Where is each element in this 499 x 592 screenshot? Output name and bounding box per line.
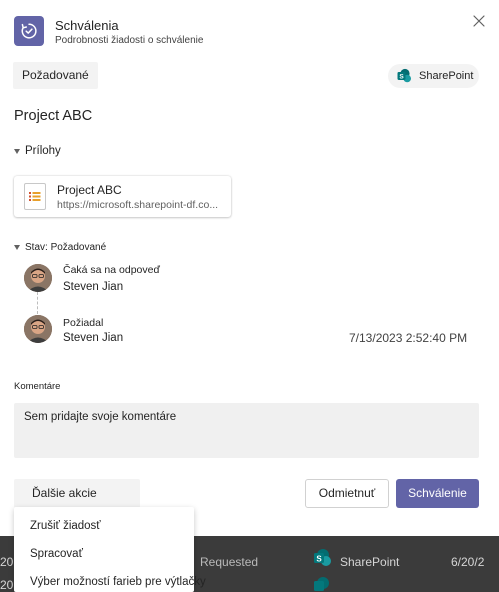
attachment-card[interactable]: Project ABC https://microsoft.sharepoint…: [14, 176, 231, 217]
status-section-label: Stav: Požadované: [25, 242, 107, 253]
attachment-url: https://microsoft.sharepoint-df.co...: [57, 199, 219, 211]
sharepoint-icon: S: [312, 548, 332, 568]
requester-name: Steven Jian: [63, 332, 124, 344]
caret-down-icon: [14, 245, 20, 250]
decline-button[interactable]: Odmietnuť: [305, 479, 389, 508]
approvals-icon: [14, 16, 44, 46]
background-row-status: Requested: [200, 555, 259, 569]
attachments-section-label: Prílohy: [25, 145, 61, 157]
background-row-date: 6/20/2: [451, 555, 485, 569]
comments-label: Komentáre: [14, 381, 61, 392]
background-row-source: SharePoint: [340, 555, 400, 569]
menu-item-process[interactable]: Spracovať: [30, 548, 83, 560]
approver-name: Steven Jian: [63, 281, 124, 293]
close-icon[interactable]: [471, 13, 487, 29]
status-section-toggle[interactable]: Stav: Požadované: [14, 242, 106, 253]
sharepoint-source-badge[interactable]: S SharePoint: [388, 64, 479, 88]
attachment-name: Project ABC: [57, 183, 122, 197]
requester-status: Požiadal: [63, 317, 104, 329]
caret-down-icon: [14, 148, 20, 154]
dialog-subtitle: Podrobnosti žiadosti o schválenie: [55, 35, 204, 46]
sharepoint-icon: [312, 576, 332, 592]
more-actions-button[interactable]: Ďalšie akcie: [14, 479, 140, 508]
menu-item-cancel-request[interactable]: Zrušiť žiadosť: [30, 520, 101, 532]
request-title: Project ABC: [14, 108, 93, 124]
approver-status: Čaká sa na odpoveď: [63, 264, 160, 276]
dialog-title: Schválenia: [55, 18, 119, 33]
svg-text:S: S: [316, 555, 322, 564]
attachments-section-toggle[interactable]: Prílohy: [14, 145, 61, 157]
menu-item-print-color-options[interactable]: Výber možností farieb pre výtlačky: [30, 576, 206, 588]
approve-button[interactable]: Schválenie: [396, 479, 479, 508]
background-row2-date-fragment: 20: [0, 578, 14, 592]
avatar: [24, 264, 52, 292]
sharepoint-icon: S: [396, 68, 412, 84]
more-actions-menu: Zrušiť žiadosť Spracovať Výber možností …: [14, 507, 206, 592]
avatar: [24, 315, 52, 343]
comments-input[interactable]: Sem pridajte svoje komentáre: [14, 403, 479, 458]
file-icon: [24, 183, 46, 210]
status-badge: Požadované: [13, 62, 98, 89]
svg-text:S: S: [399, 74, 404, 81]
source-label: SharePoint: [419, 70, 474, 82]
background-row-date-fragment: 20: [0, 555, 14, 569]
timeline-connector: [37, 292, 38, 314]
approval-details-dialog: Schválenia Podrobnosti žiadosti o schvál…: [0, 0, 499, 536]
request-timestamp: 7/13/2023 2:52:40 PM: [349, 331, 468, 345]
